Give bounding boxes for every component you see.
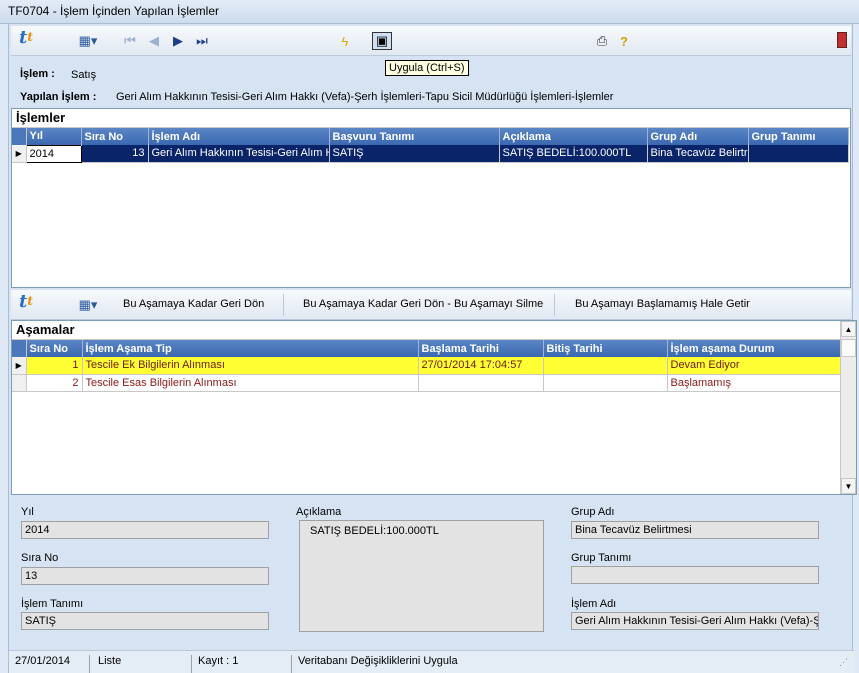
first-record-icon[interactable]: ⏮ bbox=[123, 32, 137, 50]
col-islem-adi[interactable]: İşlem Adı bbox=[148, 128, 330, 145]
baslamamis-hale-getir-button[interactable]: Bu Aşamayı Başlamamış Hale Getir bbox=[575, 298, 750, 310]
islem-tanimi-field[interactable]: SATIŞ bbox=[21, 612, 269, 630]
table-row[interactable]: ▶ 2014 13 Geri Alım Hakkının Tesisi-Geri… bbox=[12, 144, 849, 163]
cell-asama-tip[interactable]: Tescile Esas Bilgilerin Alınması bbox=[82, 374, 419, 392]
yil-field[interactable]: 2014 bbox=[21, 521, 269, 539]
cell-asama-durum[interactable]: Başlamamış bbox=[667, 374, 841, 392]
help-icon[interactable]: ? bbox=[617, 32, 631, 50]
app-logo-icon: tt bbox=[19, 290, 33, 312]
window-title: TF0704 - İşlem İçinden Yapılan İşlemler bbox=[8, 4, 219, 18]
table-row[interactable]: 2 Tescile Esas Bilgilerin Alınması Başla… bbox=[12, 374, 841, 392]
aciklama-field[interactable]: SATIŞ BEDELİ:100.000TL bbox=[299, 520, 544, 632]
main-toolbar: tt ▦▾ ⏮ ◀ ▶ ⏭ ϟ ▣ ⎙ ? bbox=[11, 26, 851, 56]
grup-adi-label: Grup Adı bbox=[571, 506, 615, 518]
cell-bitis-tarihi[interactable] bbox=[543, 374, 668, 392]
resize-grip-icon[interactable]: ⋰ bbox=[839, 657, 848, 668]
islem-tanimi-label: İşlem Tanımı bbox=[21, 598, 84, 610]
cell-baslama-tarihi[interactable] bbox=[418, 374, 544, 392]
col-grup-tanimi[interactable]: Grup Tanımı bbox=[748, 128, 849, 145]
scroll-up-icon[interactable]: ▲ bbox=[841, 321, 856, 337]
col-bitis-tarihi[interactable]: Bitiş Tarihi bbox=[543, 340, 668, 357]
status-message: Veritabanı Değişikliklerini Uygula bbox=[298, 655, 458, 667]
cell-asama-durum[interactable]: Devam Ediyor bbox=[667, 357, 841, 375]
row-pointer-icon: ▶ bbox=[12, 357, 27, 375]
grid-menu-icon[interactable]: ▦▾ bbox=[75, 296, 101, 314]
islem-label: İşlem : bbox=[20, 68, 55, 80]
col-asama-tip[interactable]: İşlem Aşama Tip bbox=[82, 340, 419, 357]
row-pointer-icon: ▶ bbox=[12, 145, 27, 163]
asamalar-panel: Aşamalar Sıra No İşlem Aşama Tip Başlama… bbox=[11, 320, 857, 495]
status-kayit: Kayıt : 1 bbox=[198, 655, 239, 667]
islem-adi-label: İşlem Adı bbox=[571, 598, 617, 610]
grup-adi-field[interactable]: Bina Tecavüz Belirtmesi bbox=[571, 521, 819, 539]
cell-grup-tanimi[interactable] bbox=[748, 145, 849, 163]
aciklama-label: Açıklama bbox=[296, 506, 342, 518]
status-date: 27/01/2014 bbox=[15, 655, 71, 667]
exit-icon[interactable] bbox=[837, 32, 847, 48]
asamalar-table: Sıra No İşlem Aşama Tip Başlama Tarihi B… bbox=[12, 340, 841, 392]
sira-no-field[interactable]: 13 bbox=[21, 567, 269, 585]
scroll-down-icon[interactable]: ▼ bbox=[841, 478, 856, 494]
col-grup-adi[interactable]: Grup Adı bbox=[647, 128, 749, 145]
status-bar: 27/01/2014 Liste Kayıt : 1 Veritabanı De… bbox=[9, 650, 854, 673]
col-basvuru-tanimi[interactable]: Başvuru Tanımı bbox=[329, 128, 500, 145]
geri-don-silme-button[interactable]: Bu Aşamaya Kadar Geri Dön - Bu Aşamayı S… bbox=[303, 298, 543, 310]
col-sira-no[interactable]: Sıra No bbox=[81, 128, 149, 145]
islem-adi-field[interactable]: Geri Alım Hakkının Tesisi-Geri Alım Hakk… bbox=[571, 612, 819, 630]
asamalar-scrollbar[interactable]: ▲ ▼ bbox=[840, 321, 856, 494]
geri-don-button[interactable]: Bu Aşamaya Kadar Geri Dön bbox=[123, 298, 264, 310]
main-window: tt ▦▾ ⏮ ◀ ▶ ⏭ ϟ ▣ ⎙ ? Uygula (Ctrl+S) İş… bbox=[8, 24, 857, 673]
col-asama-durum[interactable]: İşlem aşama Durum bbox=[667, 340, 841, 357]
last-record-icon[interactable]: ⏭ bbox=[195, 32, 209, 50]
cell-sira-no[interactable]: 1 bbox=[26, 357, 83, 375]
islem-value: Satış bbox=[71, 69, 97, 81]
cell-bitis-tarihi[interactable] bbox=[543, 357, 668, 375]
col-baslama-tarihi[interactable]: Başlama Tarihi bbox=[418, 340, 544, 357]
window-titlebar: TF0704 - İşlem İçinden Yapılan İşlemler bbox=[0, 0, 859, 24]
scroll-thumb[interactable] bbox=[841, 339, 856, 357]
previous-record-icon[interactable]: ◀ bbox=[147, 32, 161, 50]
grup-tanimi-label: Grup Tanımı bbox=[571, 552, 632, 564]
cell-grup-adi[interactable]: Bina Tecavüz Belirtr bbox=[647, 145, 749, 163]
grid-menu-icon[interactable]: ▦▾ bbox=[75, 32, 101, 50]
yil-label: Yıl bbox=[21, 506, 34, 518]
cell-sira-no[interactable]: 2 bbox=[26, 374, 83, 392]
save-icon[interactable]: ▣ bbox=[372, 32, 392, 50]
col-sira-no[interactable]: Sıra No bbox=[26, 340, 83, 357]
cell-aciklama[interactable]: SATIŞ BEDELİ:100.000TL bbox=[499, 145, 648, 163]
islemler-table: Yıl Sıra No İşlem Adı Başvuru Tanımı Açı… bbox=[12, 128, 849, 163]
cell-asama-tip[interactable]: Tescile Ek Bilgilerin Alınması bbox=[82, 357, 419, 375]
cell-basvuru-tanimi[interactable]: SATIŞ bbox=[329, 145, 500, 163]
cell-baslama-tarihi[interactable]: 27/01/2014 17:04:57 bbox=[418, 357, 544, 375]
status-mode: Liste bbox=[98, 655, 122, 667]
lightning-icon[interactable]: ϟ bbox=[337, 32, 353, 50]
app-logo-icon: tt bbox=[19, 26, 33, 48]
cell-islem-adi[interactable]: Geri Alım Hakkının Tesisi-Geri Alım Ha bbox=[148, 145, 330, 163]
col-aciklama[interactable]: Açıklama bbox=[499, 128, 648, 145]
asamalar-title: Aşamalar bbox=[12, 321, 840, 340]
print-icon[interactable]: ⎙ bbox=[593, 32, 611, 50]
cell-sira-no[interactable]: 13 bbox=[81, 145, 149, 163]
islemler-title: İşlemler bbox=[12, 109, 850, 128]
yapilan-islem-label: Yapılan İşlem : bbox=[20, 91, 97, 103]
yapilan-islem-value: Geri Alım Hakkının Tesisi-Geri Alım Hakk… bbox=[116, 91, 614, 103]
cell-yil[interactable]: 2014 bbox=[25, 144, 82, 163]
col-yil[interactable]: Yıl bbox=[26, 128, 82, 145]
table-row[interactable]: ▶ 1 Tescile Ek Bilgilerin Alınması 27/01… bbox=[12, 357, 841, 375]
save-tooltip: Uygula (Ctrl+S) bbox=[385, 60, 469, 76]
asama-toolbar: tt ▦▾ Bu Aşamaya Kadar Geri Dön Bu Aşama… bbox=[11, 290, 851, 320]
next-record-icon[interactable]: ▶ bbox=[171, 32, 185, 50]
islemler-panel: İşlemler Yıl Sıra No İşlem Adı Başvuru T… bbox=[11, 108, 851, 288]
grup-tanimi-field[interactable] bbox=[571, 566, 819, 584]
sira-no-label: Sıra No bbox=[21, 552, 59, 564]
